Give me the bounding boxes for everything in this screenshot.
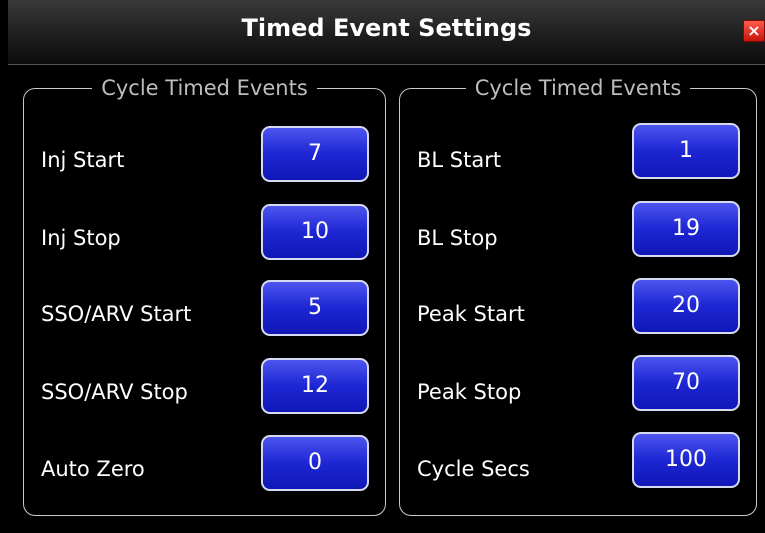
peak-stop-value-button[interactable]: 70 (632, 355, 740, 411)
bl-stop-label: BL Stop (417, 226, 498, 250)
group-title-right: Cycle Timed Events (465, 76, 691, 100)
right-cycle-timed-events-group: Cycle Timed Events BL Start 1 BL Stop 19… (399, 76, 757, 516)
cycle-secs-value-button[interactable]: 100 (632, 432, 740, 488)
bl-stop-value-button[interactable]: 19 (632, 201, 740, 257)
inj-stop-label: Inj Stop (41, 226, 121, 250)
left-cycle-timed-events-group: Cycle Timed Events Inj Start 7 Inj Stop … (23, 76, 386, 516)
inj-start-value-button[interactable]: 7 (261, 126, 369, 182)
auto-zero-value-button[interactable]: 0 (261, 435, 369, 491)
sso-arv-start-value-button[interactable]: 5 (261, 280, 369, 336)
bl-start-value-button[interactable]: 1 (632, 123, 740, 179)
cycle-secs-label: Cycle Secs (417, 457, 530, 481)
peak-stop-label: Peak Stop (417, 380, 522, 404)
inj-stop-value-button[interactable]: 10 (261, 204, 369, 260)
title-bar[interactable]: Timed Event Settings × (8, 0, 765, 65)
inj-start-label: Inj Start (41, 148, 125, 172)
dialog-title: Timed Event Settings (241, 14, 532, 42)
peak-start-label: Peak Start (417, 302, 525, 326)
peak-start-value-button[interactable]: 20 (632, 278, 740, 334)
sso-arv-stop-value-button[interactable]: 12 (261, 358, 369, 414)
close-button[interactable]: × (743, 20, 765, 42)
group-title-left: Cycle Timed Events (92, 76, 317, 100)
sso-arv-stop-label: SSO/ARV Stop (41, 380, 188, 404)
bl-start-label: BL Start (417, 148, 502, 172)
sso-arv-start-label: SSO/ARV Start (41, 302, 192, 326)
auto-zero-label: Auto Zero (41, 457, 145, 481)
timed-event-settings-dialog: Timed Event Settings × Cycle Timed Event… (8, 0, 765, 533)
